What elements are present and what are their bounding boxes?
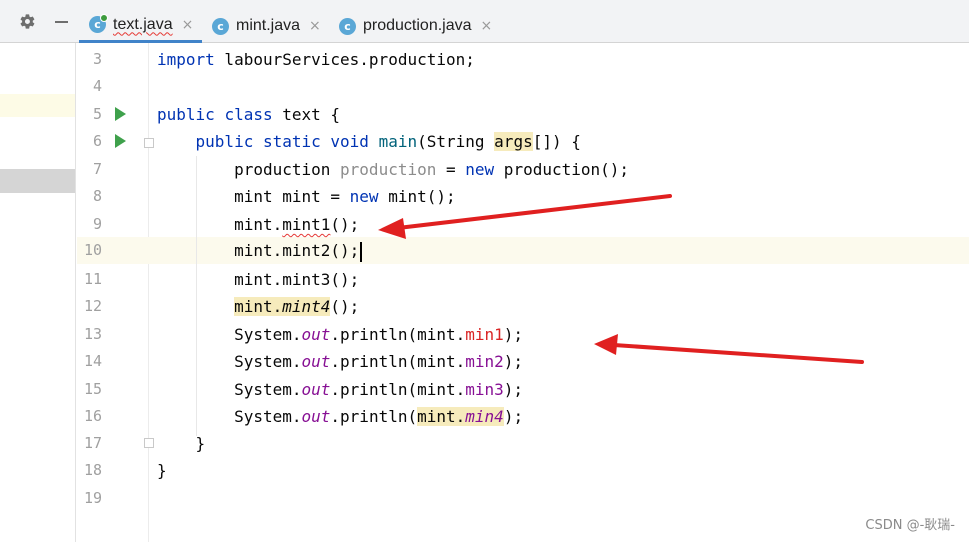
tab-text-java[interactable]: c text.java ×	[79, 9, 202, 43]
line-number: 18	[83, 461, 102, 479]
line-number: 16	[83, 407, 102, 425]
text-caret	[360, 241, 363, 262]
code-line: 15 System.out.println(mint.min3);	[0, 376, 969, 403]
line-number: 8	[92, 187, 102, 205]
code-line: 14 System.out.println(mint.min2);	[0, 348, 969, 375]
line-number: 12	[83, 297, 102, 315]
gear-icon-glyph	[20, 14, 34, 29]
code-text[interactable]: mint.mint3();	[157, 266, 359, 293]
code-text[interactable]: System.out.println(mint.min4);	[157, 403, 523, 430]
line-number: 5	[92, 105, 102, 123]
code-text[interactable]: production production = new production()…	[157, 156, 629, 183]
line-number: 10	[83, 241, 102, 259]
code-line: 13 System.out.println(mint.min1);	[0, 321, 969, 348]
code-text[interactable]: public static void main(String args[]) {	[157, 128, 581, 155]
editor-tab-bar: c text.java × c mint.java × c production…	[0, 0, 969, 43]
code-text[interactable]: import labourServices.production;	[157, 46, 475, 73]
java-class-icon: c	[89, 14, 108, 33]
code-line: 5 public class text {	[0, 101, 969, 128]
line-number: 7	[92, 160, 102, 178]
code-line: 6 public static void main(String args[])…	[0, 128, 969, 155]
code-text[interactable]: mint.mint2();	[157, 237, 363, 264]
code-text[interactable]: System.out.println(mint.min3);	[157, 376, 523, 403]
tab-mint-java[interactable]: c mint.java ×	[202, 9, 329, 43]
line-number: 13	[83, 325, 102, 343]
code-line: 4	[0, 73, 969, 100]
tab-production-java[interactable]: c production.java ×	[329, 9, 504, 43]
tab-label: production.java	[363, 17, 472, 34]
watermark: CSDN @-耿瑞-	[865, 518, 955, 533]
tab-label: text.java	[113, 15, 173, 33]
code-line: 9 mint.mint1();	[0, 211, 969, 238]
code-text[interactable]: mint.mint1();	[157, 211, 359, 238]
line-number: 4	[92, 77, 102, 95]
code-line: 8 mint mint = new mint();	[0, 183, 969, 210]
line-number: 15	[83, 380, 102, 398]
code-line: 19	[0, 485, 969, 512]
line-number: 14	[83, 352, 102, 370]
code-line: 16 System.out.println(mint.min4);	[0, 403, 969, 430]
code-text[interactable]: }	[157, 457, 167, 484]
line-number: 9	[92, 215, 102, 233]
line-number: 6	[92, 132, 102, 150]
close-icon[interactable]: ×	[182, 17, 194, 33]
line-number: 3	[92, 50, 102, 68]
code-line: 10 mint.mint2();	[0, 237, 969, 264]
code-line: 18 }	[0, 457, 969, 484]
code-line: 12 mint.mint4();	[0, 293, 969, 320]
gear-icon[interactable]	[14, 0, 40, 43]
close-icon[interactable]: ×	[309, 18, 321, 34]
minus-icon[interactable]	[50, 0, 72, 43]
fold-icon[interactable]	[144, 438, 154, 448]
run-icon[interactable]	[115, 107, 126, 121]
run-icon[interactable]	[115, 134, 126, 148]
line-number: 11	[83, 270, 102, 288]
java-class-icon: c	[212, 17, 229, 35]
code-text[interactable]: System.out.println(mint.min1);	[157, 321, 523, 348]
tab-label: mint.java	[236, 17, 301, 34]
code-line: 3 import labourServices.production;	[0, 46, 969, 73]
close-icon[interactable]: ×	[481, 18, 493, 34]
code-line: 7 production production = new production…	[0, 156, 969, 183]
fold-icon[interactable]	[144, 138, 154, 148]
code-text[interactable]: mint.mint4();	[157, 293, 359, 320]
code-line: 11 mint.mint3();	[0, 266, 969, 293]
code-text[interactable]: mint mint = new mint();	[157, 183, 456, 210]
code-text[interactable]: public class text {	[157, 101, 340, 128]
line-number: 17	[83, 434, 102, 452]
java-class-icon: c	[339, 17, 356, 35]
code-text[interactable]: System.out.println(mint.min2);	[157, 348, 523, 375]
code-text[interactable]: }	[157, 430, 206, 457]
line-number: 19	[83, 489, 102, 507]
code-line: 17 }	[0, 430, 969, 457]
